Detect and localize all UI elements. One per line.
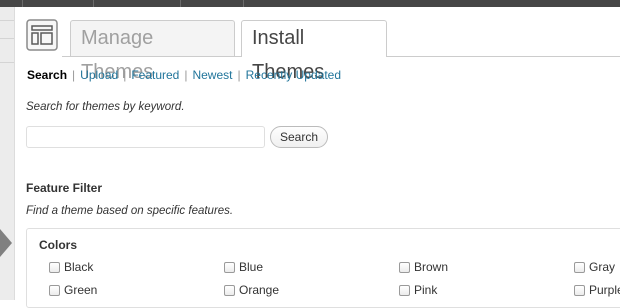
option-label: Blue: [239, 260, 264, 274]
color-option-green[interactable]: Green: [49, 283, 97, 297]
checkbox[interactable]: [574, 261, 585, 273]
subnav-featured[interactable]: Featured: [131, 68, 179, 82]
theme-search-input[interactable]: [26, 126, 265, 148]
color-option-pink[interactable]: Pink: [399, 283, 437, 297]
checkbox[interactable]: [574, 284, 585, 296]
colors-group-title: Colors: [39, 238, 78, 252]
subnav-recently-updated[interactable]: Recently Updated: [246, 68, 341, 82]
option-label: Green: [64, 283, 98, 297]
checkbox[interactable]: [49, 284, 60, 296]
checkbox[interactable]: [399, 284, 410, 296]
subnav-newest[interactable]: Newest: [192, 68, 232, 82]
install-themes-subnav: Search | Upload | Featured | Newest | Recently U…: [27, 68, 341, 82]
checkbox[interactable]: [399, 261, 410, 273]
option-label: Brown: [414, 260, 449, 274]
option-label: Purple: [589, 283, 620, 297]
menu-divider: [0, 20, 14, 21]
subnav-separator: |: [72, 68, 76, 82]
color-option-black[interactable]: Black: [49, 260, 93, 274]
subnav-separator: |: [184, 68, 188, 82]
subnav-search[interactable]: Search: [27, 68, 67, 82]
subnav-separator: |: [237, 68, 241, 82]
admin-bar: [0, 0, 620, 7]
color-option-gray[interactable]: Gray: [574, 260, 615, 274]
color-option-orange[interactable]: Orange: [224, 283, 279, 297]
menu-pointer-arrow-icon: [0, 229, 12, 257]
admin-bar-segment[interactable]: [181, 0, 244, 7]
search-button[interactable]: Search: [270, 126, 328, 148]
option-label: Pink: [414, 283, 438, 297]
color-option-brown[interactable]: Brown: [399, 260, 448, 274]
menu-divider: [0, 62, 14, 63]
color-option-purple[interactable]: Purple: [574, 283, 620, 297]
subnav-upload[interactable]: Upload: [80, 68, 118, 82]
color-option-blue[interactable]: Blue: [224, 260, 263, 274]
admin-bar-segment[interactable]: [23, 0, 94, 7]
menu-divider: [0, 38, 14, 39]
option-label: Orange: [239, 283, 280, 297]
themes-layout-icon: [26, 19, 58, 51]
feature-filter-title: Feature Filter: [26, 181, 103, 195]
subnav-separator: |: [123, 68, 127, 82]
feature-filter-description: Find a theme based on specific features.: [26, 205, 234, 217]
checkbox[interactable]: [49, 261, 60, 273]
option-label: Black: [64, 260, 94, 274]
option-label: Gray: [589, 260, 616, 274]
admin-bar-segment[interactable]: [0, 0, 23, 7]
colors-filter-box: Colors Black Blue Brown Gray Green Orang…: [26, 228, 620, 308]
tab-install-themes[interactable]: Install Themes: [241, 20, 387, 83]
search-hint: Search for themes by keyword.: [26, 101, 185, 113]
checkbox[interactable]: [224, 284, 235, 296]
tab-manage-themes[interactable]: Manage Themes: [70, 20, 235, 83]
admin-bar-segment[interactable]: [94, 0, 181, 7]
checkbox[interactable]: [224, 261, 235, 273]
